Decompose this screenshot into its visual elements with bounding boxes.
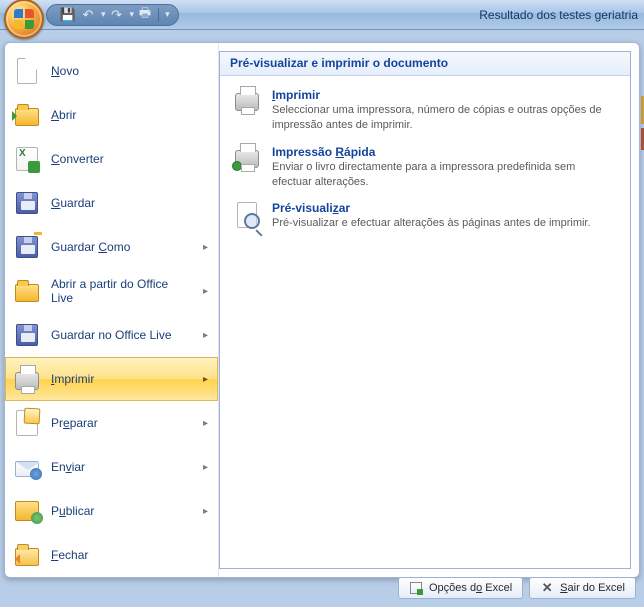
quick-access-toolbar: 💾 ↶ ▾ ↷ ▾ 🖶 ▾	[46, 4, 179, 26]
chevron-right-icon: ▸	[203, 418, 208, 429]
menu-item-enviar[interactable]: Enviar ▸	[5, 445, 218, 489]
menu-item-label: Publicar	[51, 504, 193, 518]
exit-excel-button[interactable]: ✕ Sair do Excel	[529, 577, 636, 599]
submenu-item-print[interactable]: Imprimir Seleccionar uma impressora, núm…	[224, 82, 626, 139]
chevron-right-icon: ▸	[203, 242, 208, 253]
publish-icon	[13, 497, 41, 525]
menu-item-label: Guardar no Office Live	[51, 328, 193, 342]
menu-item-label: Converter	[51, 152, 208, 166]
send-icon	[13, 453, 41, 481]
submenu-item-desc: Pré-visualizar e efectuar alterações às …	[272, 216, 591, 231]
submenu-item-preview[interactable]: Pré-visualizar Pré-visualizar e efectuar…	[224, 195, 626, 237]
qat-separator	[158, 8, 159, 22]
button-label: Sair do Excel	[560, 582, 625, 594]
chevron-right-icon: ▸	[203, 506, 208, 517]
menu-item-fechar[interactable]: Fechar	[5, 533, 218, 577]
chevron-right-icon: ▸	[203, 374, 208, 385]
submenu-item-quick-print[interactable]: Impressão Rápida Enviar o livro directam…	[224, 139, 626, 196]
submenu-item-title: Impressão Rápida	[272, 145, 618, 159]
submenu-header: Pré-visualizar e imprimir o documento	[220, 52, 630, 76]
excel-options-button[interactable]: Opções do Excel	[398, 577, 523, 599]
print-icon	[13, 365, 41, 393]
menu-item-label: Imprimir	[51, 372, 193, 386]
chevron-right-icon: ▸	[203, 286, 208, 297]
quick-print-icon[interactable]: 🖶	[136, 6, 154, 24]
office-menu-panel: Novo Abrir Converter Guardar Guardar Com…	[4, 42, 640, 578]
save-disk-icon	[13, 189, 41, 217]
printer-icon	[232, 88, 262, 111]
submenu-list: Imprimir Seleccionar uma impressora, núm…	[220, 76, 630, 243]
menu-item-label: Guardar Como	[51, 240, 193, 254]
undo-dropdown-icon[interactable]: ▾	[101, 9, 106, 20]
save-icon[interactable]: 💾	[59, 6, 77, 24]
button-label: Opções do Excel	[429, 582, 512, 594]
title-bar: 💾 ↶ ▾ ↷ ▾ 🖶 ▾ Resultado dos testes geria…	[0, 0, 644, 30]
submenu-item-desc: Enviar o livro directamente para a impre…	[272, 160, 618, 190]
menu-item-guardar-office-live[interactable]: Guardar no Office Live ▸	[5, 313, 218, 357]
convert-icon	[13, 145, 41, 173]
redo-icon[interactable]: ↷	[108, 6, 126, 24]
menu-item-abrir-office-live[interactable]: Abrir a partir do Office Live ▸	[5, 269, 218, 313]
save-as-icon	[13, 233, 41, 261]
menu-item-guardar[interactable]: Guardar	[5, 181, 218, 225]
menu-item-label: Guardar	[51, 196, 208, 210]
print-submenu-panel: Pré-visualizar e imprimir o documento Im…	[219, 51, 631, 569]
office-menu-footer: Opções do Excel ✕ Sair do Excel	[4, 577, 640, 603]
office-menu-list: Novo Abrir Converter Guardar Guardar Com…	[5, 43, 219, 577]
menu-item-label: Novo	[51, 64, 208, 78]
chevron-right-icon: ▸	[203, 462, 208, 473]
menu-item-publicar[interactable]: Publicar ▸	[5, 489, 218, 533]
menu-item-label: Enviar	[51, 460, 193, 474]
new-icon	[13, 57, 41, 85]
office-button[interactable]	[4, 0, 44, 39]
window-title: Resultado dos testes geriatria	[185, 8, 644, 22]
submenu-item-desc: Seleccionar uma impressora, número de có…	[272, 103, 618, 133]
chevron-right-icon: ▸	[203, 330, 208, 341]
redo-dropdown-icon[interactable]: ▾	[130, 9, 135, 20]
menu-item-imprimir[interactable]: Imprimir ▸	[5, 357, 218, 401]
menu-item-abrir[interactable]: Abrir	[5, 93, 218, 137]
open-icon	[13, 101, 41, 129]
menu-item-label: Fechar	[51, 548, 208, 562]
menu-item-label: Preparar	[51, 416, 193, 430]
exit-icon: ✕	[540, 581, 554, 595]
qat-customize-icon[interactable]: ▾	[165, 9, 170, 20]
submenu-item-title: Imprimir	[272, 88, 618, 102]
menu-item-guardar-como[interactable]: Guardar Como ▸	[5, 225, 218, 269]
close-icon	[13, 541, 41, 569]
menu-item-label: Abrir	[51, 108, 208, 122]
menu-item-preparar[interactable]: Preparar ▸	[5, 401, 218, 445]
prepare-icon	[13, 409, 41, 437]
options-icon	[409, 581, 423, 595]
menu-item-novo[interactable]: Novo	[5, 49, 218, 93]
menu-item-converter[interactable]: Converter	[5, 137, 218, 181]
preview-icon	[232, 201, 262, 228]
quick-printer-icon	[232, 145, 262, 168]
open-live-icon	[13, 277, 41, 305]
menu-item-label: Abrir a partir do Office Live	[51, 277, 193, 305]
save-live-icon	[13, 321, 41, 349]
undo-icon[interactable]: ↶	[79, 6, 97, 24]
submenu-item-title: Pré-visualizar	[272, 201, 591, 215]
